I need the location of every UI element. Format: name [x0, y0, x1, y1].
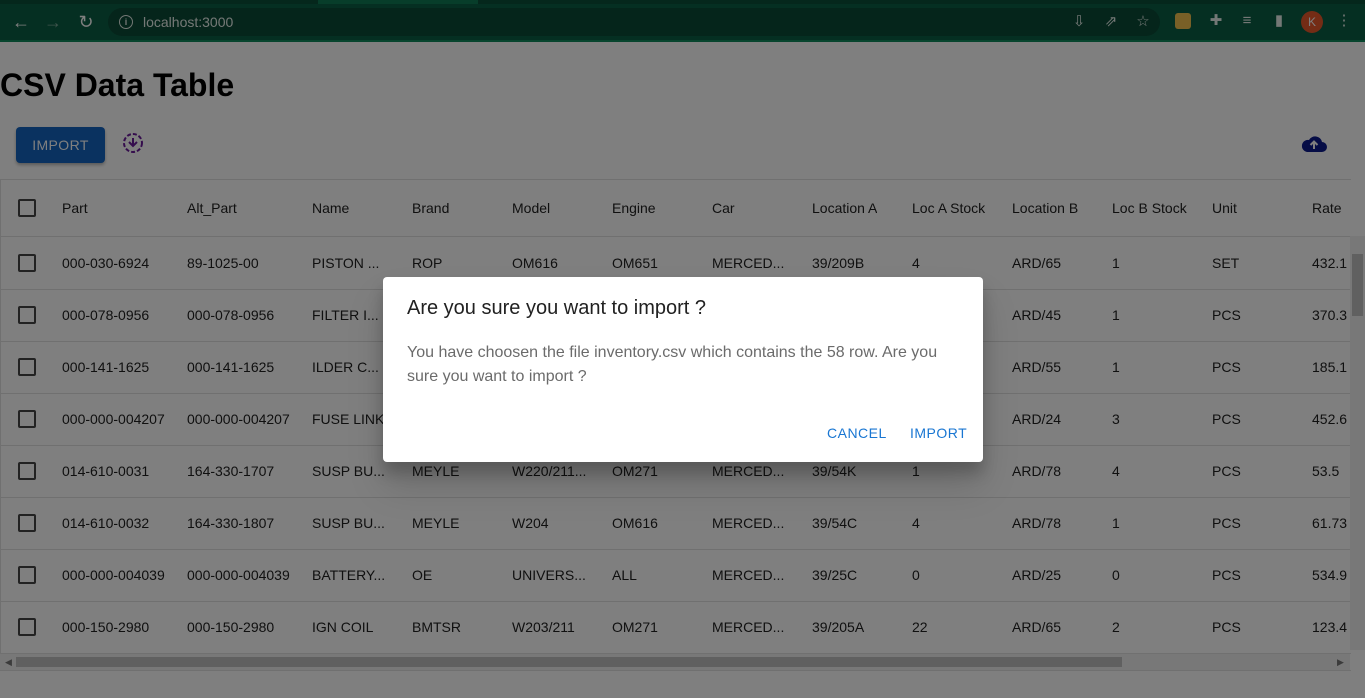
dialog-title: Are you sure you want to import ? [407, 297, 707, 319]
import-confirm-dialog: Are you sure you want to import ? You ha… [383, 277, 983, 462]
cancel-button[interactable]: CANCEL [827, 425, 887, 441]
confirm-import-button[interactable]: IMPORT [910, 425, 967, 441]
dialog-message: You have choosen the file inventory.csv … [407, 344, 938, 385]
